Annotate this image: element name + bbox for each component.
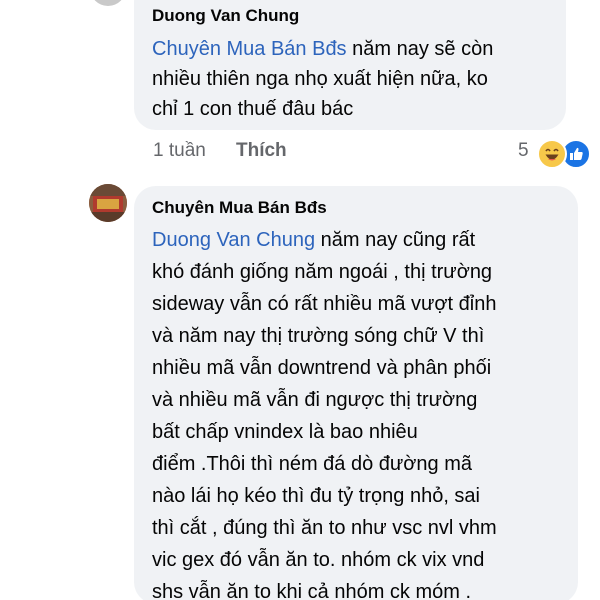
avatar[interactable] [89,184,127,222]
comment-text-line: Duong Van Chung năm nay cũng rất [152,224,564,256]
comment-text-line: nào lái họ kéo thì đu tỷ trọng nhỏ, sai [152,485,480,507]
comment-text-line: sideway vẫn có rất nhiều mã vượt đỉnh [152,293,497,315]
mention-link[interactable]: Duong Van Chung [152,229,315,251]
comment-text-line: Chuyên Mua Bán Bđs năm nay sẽ còn [152,34,552,64]
comment-text-line: chỉ 1 con thuế đâu bác [152,98,354,120]
comment-timestamp[interactable]: 1 tuần [153,140,206,162]
comment-text-line: bất chấp vnindex là bao nhiêu [152,421,418,443]
comment-text: Chuyên Mua Bán Bđs năm nay sẽ còn nhiều … [152,34,552,124]
comment-text-line: điểm .Thôi thì ném đá dò đường mã [152,453,472,475]
haha-icon[interactable] [537,139,567,169]
comment-text-line: thì cắt , đúng thì ăn to như vsc nvl vhm [152,517,497,539]
comment-text-line: nhiều mã vẫn downtrend và phân phối [152,357,492,379]
mention-link[interactable]: Chuyên Mua Bán Bđs [152,38,347,60]
comment-text-line: và nhiều mã vẫn đi ngược thị trường [152,389,478,411]
comment-author-name[interactable]: Chuyên Mua Bán Bđs [152,198,327,218]
comment-text: Duong Van Chung năm nay cũng rất khó đán… [152,224,564,600]
comment-text-line: vic gex đó vẫn ăn to. nhóm ck vix vnd [152,549,485,571]
avatar[interactable] [90,0,126,6]
comment-thread: Duong Van Chung Chuyên Mua Bán Bđs năm n… [0,0,600,600]
comment-text-fragment: năm nay cũng rất [315,229,476,251]
like-button[interactable]: Thích [236,140,287,162]
comment-text-line: và năm nay thị trường sóng chữ V thì [152,325,485,347]
reaction-count[interactable]: 5 [518,140,529,162]
comment-author-name[interactable]: Duong Van Chung [152,6,299,26]
comment-text-line: khó đánh giống năm ngoái , thị trường [152,261,493,283]
comment-text-line: nhiều thiên nga nhọ xuất hiện nữa, ko [152,68,488,90]
comment-text-fragment: năm nay sẽ còn [346,38,494,60]
comment-text-line: shs vẫn ăn to khi cả nhóm ck móm . [152,581,472,600]
